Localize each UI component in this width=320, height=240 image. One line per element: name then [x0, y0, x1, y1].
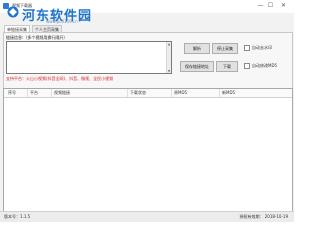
close-button[interactable]: ✕ — [279, 2, 288, 10]
app-window: 视频下载器 — ☐ ✕ 河东软件园 www.pc0359.cn 单链接采集 个人… — [0, 0, 294, 222]
column-download-status[interactable]: 下载状态 — [128, 89, 172, 97]
link-input-scrollbar[interactable]: ▲ ▼ — [166, 42, 171, 73]
support-platforms-text: 支持平台：火山小视频(抖音全网)、抖音、微视、全民小视频 — [6, 76, 114, 81]
column-platform[interactable]: 平台 — [28, 89, 52, 97]
checkbox-label: 自动修改MD5 — [252, 63, 278, 68]
parse-button[interactable]: 解析 — [184, 43, 210, 54]
maximize-button[interactable]: ☐ — [266, 2, 275, 10]
stop-collect-button[interactable]: 停止采集 — [212, 43, 238, 54]
checkbox-label: 自动去水印 — [252, 45, 272, 50]
link-input[interactable]: ▲ ▼ — [6, 41, 172, 74]
scroll-up-icon[interactable]: ▲ — [167, 42, 171, 46]
column-index[interactable]: 序号 — [6, 89, 28, 97]
version-label: 版本号：1.1.5 — [4, 214, 31, 219]
checkbox-box[interactable] — [244, 63, 250, 69]
license-expiry-label: 授权有效期： 2018-10-19 — [239, 214, 288, 219]
download-table[interactable]: 序号 平台 视频链接 下载状态 原MD5 新MD5 — [3, 88, 293, 212]
watermark-url: www.pc0359.cn — [46, 19, 78, 24]
save-links-button[interactable]: 保存链接地址 — [180, 61, 214, 72]
column-video-link[interactable]: 视频链接 — [52, 89, 128, 97]
column-original-md5[interactable]: 原MD5 — [172, 89, 220, 97]
scroll-down-icon[interactable]: ▼ — [167, 69, 171, 73]
auto-remove-watermark-checkbox[interactable]: 自动去水印 — [244, 45, 272, 51]
download-button[interactable]: 下载 — [216, 61, 238, 72]
watermark-logo-icon — [7, 6, 19, 18]
minimize-button[interactable]: — — [256, 2, 265, 10]
checkbox-box[interactable] — [244, 45, 250, 51]
status-bar: 版本号：1.1.5 授权有效期： 2018-10-19 — [0, 211, 294, 222]
auto-md5-checkbox[interactable]: 自动修改MD5 — [244, 63, 277, 69]
column-new-md5[interactable]: 新MD5 — [220, 89, 292, 97]
table-header: 序号 平台 视频链接 下载状态 原MD5 新MD5 — [4, 89, 292, 98]
